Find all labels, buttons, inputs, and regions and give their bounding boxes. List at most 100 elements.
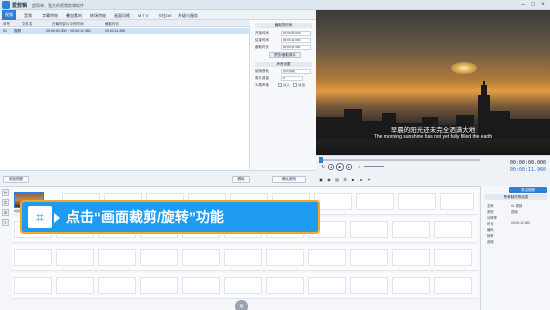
share-icon[interactable]: ✦ <box>366 177 372 182</box>
duration-field[interactable]: 00:00:11.960 <box>281 45 311 50</box>
clip-slot[interactable] <box>350 249 388 266</box>
volume-icon[interactable]: ♪ <box>356 164 362 169</box>
fade-in-label: 淡入 <box>283 83 290 87</box>
clip-slot[interactable] <box>140 277 178 294</box>
clip-slot[interactable] <box>350 221 388 238</box>
loop-icon[interactable]: ↻ <box>320 164 326 169</box>
timeline-list-icon[interactable]: ≡ <box>2 219 9 226</box>
app-title: 爱剪辑 <box>12 3 28 9</box>
start-time-field[interactable]: 00:00:00.000 <box>281 31 311 36</box>
menu-subtitle-effects[interactable]: 字幕特效 <box>42 13 58 19</box>
clip-slot[interactable] <box>266 277 304 294</box>
callout-text: 点击“画面裁剪/旋转”功能 <box>66 209 224 225</box>
clip-slot[interactable] <box>392 221 430 238</box>
progress-track[interactable] <box>319 157 480 163</box>
menu-transition[interactable]: 转场特效 <box>90 13 106 19</box>
clip-slot[interactable] <box>182 249 220 266</box>
video-preview[interactable]: 早晨的阳光还未完全洒满大地 The morning sunshine has n… <box>316 10 550 155</box>
play-icon[interactable]: ▶ <box>336 163 344 171</box>
current-time: 00:00:00.000 <box>509 160 546 166</box>
end-time-field[interactable]: 00:00:11.960 <box>281 38 311 43</box>
minimize-icon[interactable]: – <box>518 1 528 9</box>
sun-glow <box>451 62 477 74</box>
close-tip-icon[interactable]: × <box>235 300 248 310</box>
clip-slot[interactable] <box>182 277 220 294</box>
info-label: 类型 <box>487 210 494 214</box>
info-label: 编码 <box>487 228 494 232</box>
clip-list-actions: 添加视频 删除 确认修改 <box>0 170 316 186</box>
maximize-icon[interactable]: □ <box>528 1 538 9</box>
clip-slot[interactable] <box>434 249 472 266</box>
clip-slot[interactable] <box>392 277 430 294</box>
track-3 <box>12 245 478 271</box>
preview-clip-button[interactable]: 预览/截取原片 <box>269 52 301 58</box>
menu-mtv[interactable]: M T V <box>138 13 149 18</box>
info-label: 帧率 <box>487 234 494 238</box>
cell-name: 视频 <box>14 29 21 33</box>
app-subtitle: 超简单、强大的视频剪辑软件 <box>32 2 84 8</box>
title-bar: 爱剪辑 超简单、强大的视频剪辑软件 – □ × <box>0 0 550 10</box>
clip-slot[interactable] <box>14 277 52 294</box>
confirm-edit-button[interactable]: 确认修改 <box>272 176 306 183</box>
fade-out-checkbox[interactable] <box>293 83 297 87</box>
clip-slot[interactable] <box>14 249 52 266</box>
info-value: 01 视频 <box>511 204 523 208</box>
menu-audio[interactable]: 音频 <box>24 13 32 19</box>
clip-slot[interactable] <box>56 249 94 266</box>
volume-slider[interactable]: 0 <box>281 76 303 81</box>
close-window-icon[interactable]: × <box>538 1 548 9</box>
fullscreen-icon[interactable]: ▣ <box>318 177 324 182</box>
clip-slot[interactable] <box>434 277 472 294</box>
caption-english: The morning sunshine has not yet fully f… <box>373 134 493 140</box>
folder-icon[interactable]: ▤ <box>334 177 340 182</box>
menu-karaoke[interactable]: 卡拉OK <box>158 13 172 19</box>
info-value: 00:00:11.960 <box>511 221 531 225</box>
menu-upgrade[interactable]: 升级与服务 <box>178 13 198 19</box>
clip-slot[interactable] <box>392 249 430 266</box>
export-video-button[interactable]: 导出视频 <box>509 187 547 193</box>
info-label: 时长 <box>487 222 494 226</box>
settings-icon[interactable]: ⚙ <box>342 177 348 182</box>
clip-settings-panel: 截取的时间 开始时间 00:00:00.000 结束时间 00:00:11.96… <box>251 20 316 170</box>
clip-slot[interactable] <box>98 277 136 294</box>
table-row[interactable]: 01 视频 00:00:00.000 ~ 00:00:11.960 00:00:… <box>0 28 250 34</box>
record-icon[interactable]: ● <box>358 177 364 182</box>
clip-slot[interactable] <box>140 249 178 266</box>
clip-slot[interactable] <box>224 277 262 294</box>
crop-rotate-icon[interactable]: ⌗ <box>2 199 9 206</box>
crop-rotate-button[interactable]: ⌗ <box>28 206 52 228</box>
timeline-tool-icon[interactable]: ✂ <box>2 189 9 196</box>
playhead-handle[interactable] <box>319 157 323 163</box>
clip-slot[interactable] <box>224 249 262 266</box>
clip-slot[interactable] <box>56 277 94 294</box>
clip-slot[interactable] <box>308 249 346 266</box>
volume-bar[interactable] <box>364 166 384 167</box>
info-panel: 导出视频 所有制作的信息 名称 01 视频 类型 视频 分辨率 时长 00:00… <box>480 186 550 310</box>
clip-slot[interactable] <box>434 221 472 238</box>
cell-time: 00:00:00.000 ~ 00:00:11.960 <box>46 29 91 33</box>
col-duration: 截取时长 <box>105 21 119 26</box>
clip-slot[interactable] <box>266 249 304 266</box>
menu-overlay[interactable]: 叠加素材 <box>66 13 82 19</box>
add-video-button[interactable]: 添加视频 <box>3 176 29 183</box>
crop-icon: ⌗ <box>36 209 44 225</box>
clip-slot[interactable] <box>308 277 346 294</box>
snapshot-icon[interactable]: ◉ <box>326 177 332 182</box>
next-frame-icon[interactable]: ▸ <box>346 164 352 170</box>
fade-in-checkbox[interactable] <box>278 83 282 87</box>
clip-slot[interactable] <box>398 193 436 210</box>
timeline-zoom-icon[interactable]: ⊕ <box>2 209 9 216</box>
audio-track-select[interactable]: 原片音轨 <box>281 69 311 74</box>
prev-frame-icon[interactable]: ◂ <box>328 164 334 170</box>
fade-label: 头尾声音 <box>255 83 269 87</box>
clip-slot[interactable] <box>350 277 388 294</box>
clip-slot[interactable] <box>356 193 394 210</box>
clip-slot[interactable] <box>98 249 136 266</box>
delete-button[interactable]: 删除 <box>232 176 250 183</box>
menu-style[interactable]: 画面风格 <box>114 13 130 19</box>
clip-slot[interactable] <box>440 193 474 210</box>
col-name: 文件名 <box>22 21 33 26</box>
start-time-label: 开始时间 <box>255 31 269 35</box>
stop-icon[interactable]: ■ <box>350 177 356 182</box>
menu-video[interactable]: 视频 <box>2 10 16 20</box>
